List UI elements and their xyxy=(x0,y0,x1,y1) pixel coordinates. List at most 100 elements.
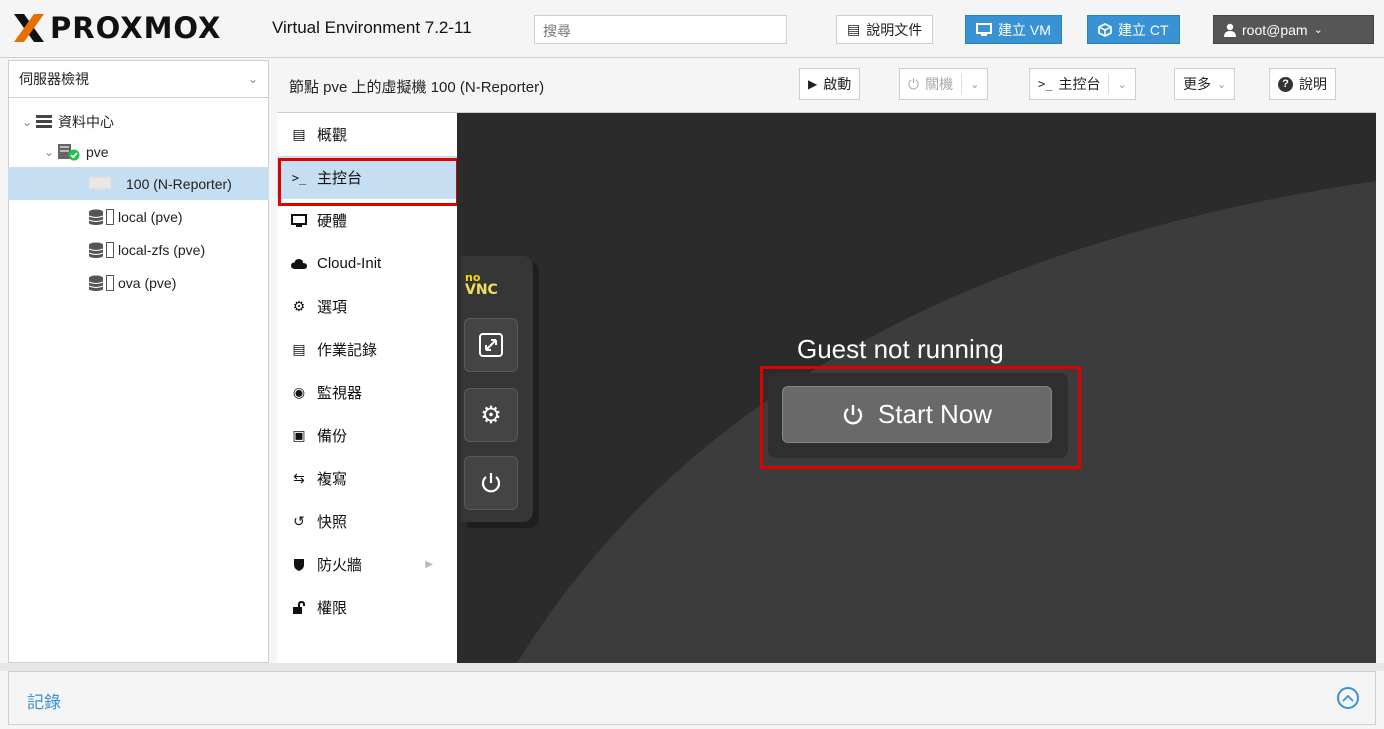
console-button[interactable]: >_ 主控台 ⌄ xyxy=(1029,68,1136,100)
highlight-box-start-now xyxy=(760,366,1081,469)
help-label: 說明 xyxy=(1299,76,1327,92)
power-icon xyxy=(481,473,501,493)
product-version: Virtual Environment 7.2-11 xyxy=(272,18,472,37)
view-selector-label: 伺服器檢視 xyxy=(19,71,89,87)
node-online-icon xyxy=(58,144,80,161)
nav-item-snapshots[interactable]: ↺ 快照 xyxy=(277,500,457,543)
novnc-logo: no VNC xyxy=(465,271,498,297)
resource-tree: ⌄ 資料中心 ⌄ pve 100 (N-Reporter) local (pve… xyxy=(8,105,269,299)
novnc-logo-bottom: VNC xyxy=(465,282,498,298)
create-vm-label: 建立 VM xyxy=(998,21,1051,38)
highlight-box-console-nav xyxy=(278,158,459,206)
power-icon: ⏻ xyxy=(908,75,920,92)
console-label: 主控台 xyxy=(1058,76,1101,92)
documentation-button[interactable]: ▤ 說明文件 xyxy=(836,15,934,44)
start-button[interactable]: ▶ 啟動 xyxy=(799,68,861,100)
settings-button[interactable]: ⚙ xyxy=(464,388,518,442)
desktop-icon xyxy=(976,22,992,36)
nav-item-backup[interactable]: ▣ 備份 xyxy=(277,414,457,457)
top-bar: PROXMOX Virtual Environment 7.2-11 搜尋 ▤ … xyxy=(0,0,1384,58)
list-icon: ▤ xyxy=(292,341,306,357)
database-icon xyxy=(88,209,104,225)
nav-item-options[interactable]: ⚙ 選項 xyxy=(277,285,457,328)
book-icon: ▤ xyxy=(847,21,861,37)
tree-node-pve[interactable]: ⌄ pve xyxy=(8,137,269,167)
fullscreen-button[interactable] xyxy=(464,318,518,372)
nav-item-label: Cloud-Init xyxy=(317,255,382,272)
terminal-icon: >_ xyxy=(1038,77,1053,91)
help-button[interactable]: ? 說明 xyxy=(1269,68,1336,100)
gear-icon: ⚙ xyxy=(292,298,306,314)
status-box-icon xyxy=(106,241,114,258)
tree-node-datacenter[interactable]: ⌄ 資料中心 xyxy=(8,105,269,139)
question-circle-icon: ? xyxy=(1278,76,1293,92)
shutdown-button[interactable]: ⏻ 關機 ⌄ xyxy=(899,68,989,100)
cloud-icon xyxy=(291,258,307,269)
gear-icon: ⚙ xyxy=(480,401,502,429)
nav-item-task-history[interactable]: ▤ 作業記錄 xyxy=(277,328,457,371)
user-label: root@pam xyxy=(1242,21,1308,38)
view-selector[interactable]: 伺服器檢視 ⌄ xyxy=(8,60,269,98)
tree-node-label: 100 (N-Reporter) xyxy=(126,175,232,192)
guest-status-text: Guest not running xyxy=(797,334,1004,364)
eye-icon: ◉ xyxy=(292,384,306,400)
nav-item-cloud-init[interactable]: Cloud-Init xyxy=(277,242,457,285)
chevron-down-icon: ⌄ xyxy=(1313,24,1323,36)
nav-item-replication[interactable]: ⇆ 複寫 xyxy=(277,457,457,500)
status-box-icon xyxy=(106,208,114,225)
chevron-right-icon: ▶ xyxy=(425,559,433,570)
nav-item-label: 作業記錄 xyxy=(317,342,378,359)
nav-item-summary[interactable]: ▤ 概觀 xyxy=(277,113,457,156)
create-ct-label: 建立 CT xyxy=(1118,21,1169,38)
shield-icon xyxy=(294,558,304,571)
nav-item-label: 備份 xyxy=(317,428,348,445)
chevron-down-icon: ⌄ xyxy=(247,72,258,86)
divider xyxy=(1108,74,1110,94)
status-box-icon xyxy=(106,274,114,291)
nav-item-label: 監視器 xyxy=(317,385,363,402)
create-vm-button[interactable]: 建立 VM xyxy=(965,15,1062,44)
play-icon: ▶ xyxy=(808,77,818,91)
database-icon xyxy=(88,242,104,258)
unlock-icon xyxy=(293,600,305,614)
tree-node-storage-local[interactable]: local (pve) xyxy=(8,200,269,233)
database-icon xyxy=(88,275,104,291)
user-icon xyxy=(1224,23,1236,37)
cube-icon xyxy=(1098,22,1112,37)
book-icon: ▤ xyxy=(292,126,306,142)
page-title: 節點 pve 上的虛擬機 100 (N-Reporter) xyxy=(289,79,545,96)
chevron-up-icon xyxy=(1342,694,1354,702)
create-ct-button[interactable]: 建立 CT xyxy=(1087,15,1180,44)
tree-node-storage-ova[interactable]: ova (pve) xyxy=(8,266,269,299)
history-icon: ↺ xyxy=(293,513,305,529)
log-panel: 記錄 xyxy=(8,671,1376,725)
power-button[interactable] xyxy=(464,456,518,510)
documentation-label: 說明文件 xyxy=(866,21,923,38)
tree-node-label: local (pve) xyxy=(118,208,183,225)
nav-item-label: 選項 xyxy=(317,299,348,316)
expand-log-button[interactable] xyxy=(1337,687,1359,709)
tree-node-storage-local-zfs[interactable]: local-zfs (pve) xyxy=(8,233,269,266)
more-button[interactable]: 更多 ⌄ xyxy=(1174,68,1236,100)
nav-item-label: 概觀 xyxy=(317,127,348,144)
nav-item-firewall[interactable]: 防火牆 ▶ xyxy=(277,543,457,586)
nav-item-label: 防火牆 xyxy=(317,557,363,574)
chevron-down-icon: ⌄ xyxy=(1117,78,1127,91)
nav-item-permissions[interactable]: 權限 xyxy=(277,586,457,629)
panel-splitter[interactable] xyxy=(0,663,1384,671)
tree-node-vm-100[interactable]: 100 (N-Reporter) xyxy=(8,167,269,200)
nav-item-monitor[interactable]: ◉ 監視器 xyxy=(277,371,457,414)
nav-item-label: 複寫 xyxy=(317,471,348,488)
retweet-icon: ⇆ xyxy=(293,470,305,486)
chevron-down-icon: ⌄ xyxy=(1217,78,1227,91)
tree-node-label: 資料中心 xyxy=(58,114,114,130)
tree-node-label: ova (pve) xyxy=(118,274,177,291)
expander-icon: ⌄ xyxy=(44,145,55,159)
fullscreen-icon xyxy=(479,333,503,357)
tree-node-label: local-zfs (pve) xyxy=(118,241,206,258)
nav-item-label: 權限 xyxy=(317,600,348,617)
proxmox-x-icon xyxy=(14,14,44,42)
vm-stopped-icon xyxy=(88,176,112,191)
user-menu-button[interactable]: root@pam ⌄ xyxy=(1213,15,1374,44)
search-input[interactable]: 搜尋 xyxy=(534,15,787,44)
